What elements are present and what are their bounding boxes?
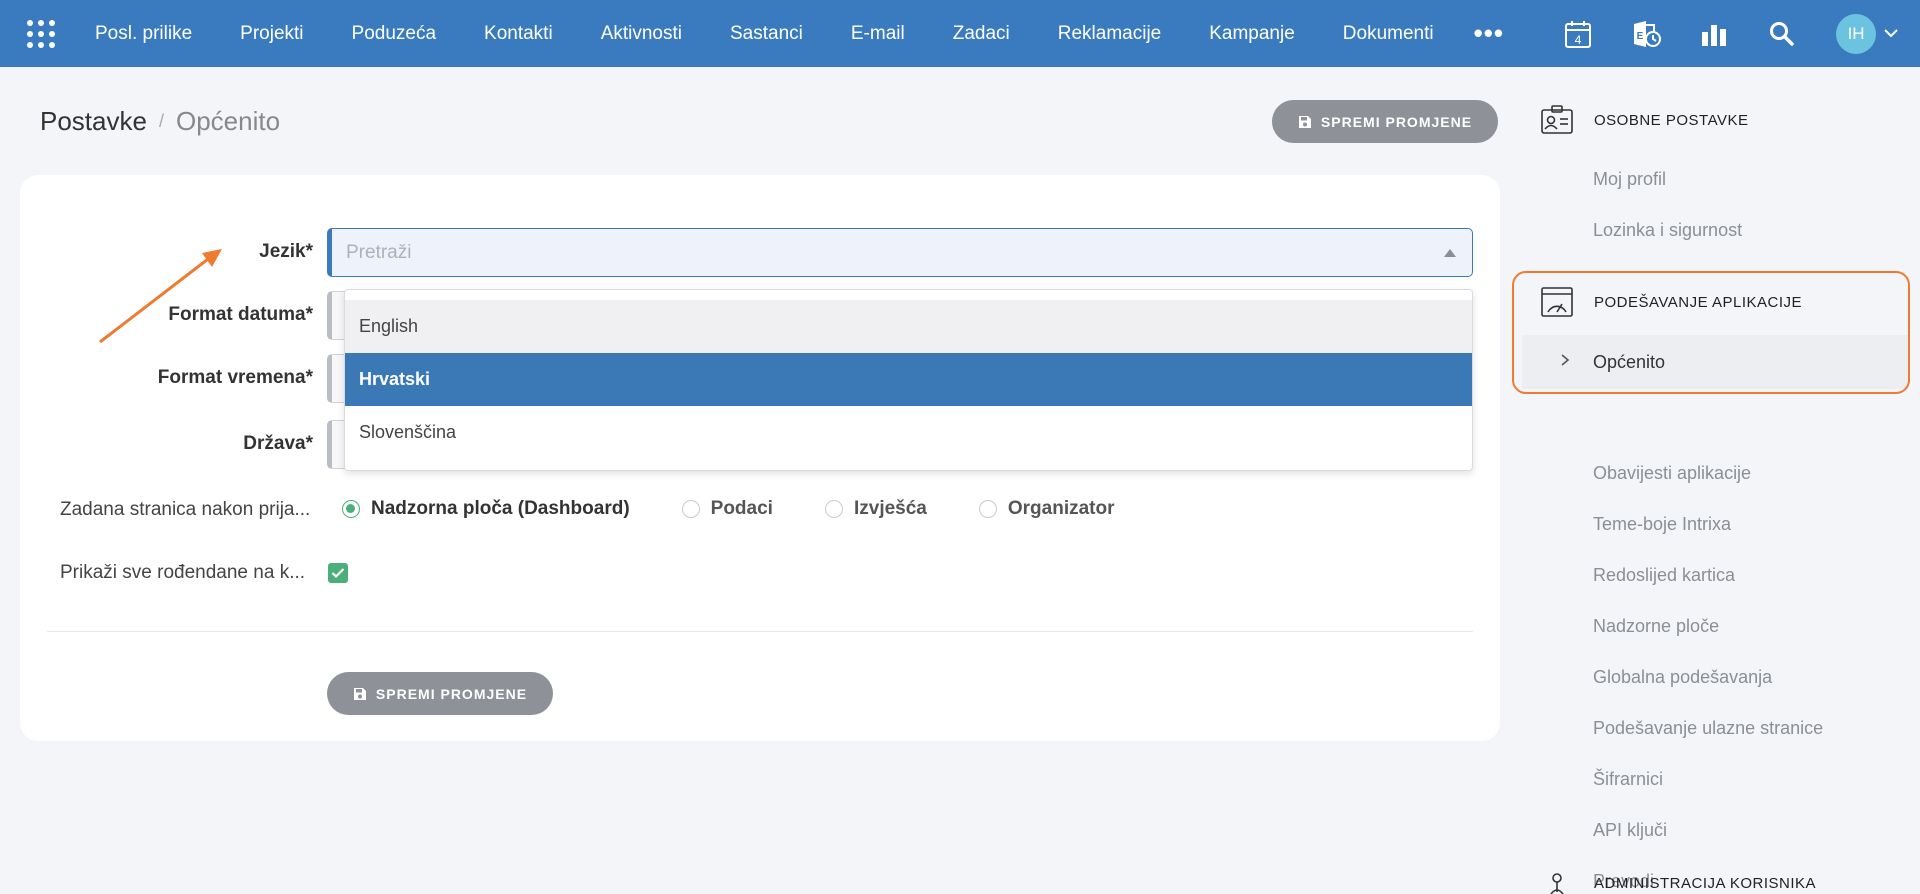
sidebar-item-opcenito-label: Općenito [1593,352,1666,372]
nav-item-projekti[interactable]: Projekti [216,0,327,67]
save-changes-label: SPREMI PROMJENE [375,685,528,702]
form-divider [47,631,1473,632]
nav-items: Posl. prilike Projekti Poduzeća Kontakti… [81,0,1520,67]
save-changes-button-bottom[interactable]: SPREMI PROMJENE [327,672,553,715]
birthdays-label: Prikaži sve rođendane na k... [60,562,306,583]
nav-item-posl-prilike[interactable]: Posl. prilike [81,0,216,67]
radio-unchecked-icon [824,500,843,518]
svg-text:E: E [1637,31,1644,42]
annotation-arrow-icon [99,249,222,344]
nav-item-poduzeca[interactable]: Poduzeća [328,0,461,67]
radio-dashboard[interactable]: Nadzorna ploča (Dashboard) [342,498,630,520]
sidebar-item-opcenito[interactable] [1522,335,1908,389]
save-changes-button-top[interactable]: SPREMI PROMJENE [1272,100,1498,143]
search-icon[interactable] [1765,17,1799,51]
sidebar-section-app: PODEŠAVANJE APLIKACIJE [1540,285,1802,319]
nav-item-dokumenti[interactable]: Dokumenti [1319,0,1458,67]
radio-organizator-label: Organizator [1007,498,1115,519]
language-option-hrvatski[interactable]: Hrvatski [345,353,1472,406]
language-option-english[interactable]: English [345,300,1472,353]
bar-chart-icon[interactable] [1697,17,1731,51]
breadcrumb-root[interactable]: Postavke [40,106,147,137]
radio-checked-icon [342,500,360,518]
language-option-slovenscina[interactable]: Slovenščina [345,406,1472,459]
language-label: Jezik* [259,241,313,262]
sidebar-item-globalna[interactable]: Globalna podešavanja [1593,667,1772,688]
chevron-down-icon[interactable] [1884,29,1898,38]
nav-item-sastanci[interactable]: Sastanci [706,0,827,67]
default-page-radio-group: Nadzorna ploča (Dashboard) Podaci Izvješ… [342,498,1167,520]
apps-grid-icon[interactable] [27,19,55,48]
language-dropdown: English Hrvatski Slovenščina [344,289,1473,471]
nav-more-button[interactable]: ••• [1458,18,1520,49]
exchange-sync-icon[interactable]: E [1629,17,1663,51]
settings-sidebar: OSOBNE POSTAVKE Moj profil Lozinka i sig… [1520,67,1920,894]
checkmark-icon [331,568,345,579]
radio-podaci[interactable]: Podaci [681,498,773,520]
sidebar-item-obavijesti[interactable]: Obavijesti aplikacije [1593,463,1751,484]
save-changes-label: SPREMI PROMJENE [1320,113,1473,130]
breadcrumb-current: Općenito [175,106,281,136]
default-page-label: Zadana stranica nakon prija... [60,499,311,520]
sidebar-item-sifrarnici[interactable]: Šifrarnici [1593,769,1663,790]
nav-item-kontakti[interactable]: Kontakti [460,0,577,67]
sidebar-item-lozinka[interactable]: Lozinka i sigurnost [1593,220,1742,241]
language-placeholder: Pretraži [346,241,412,263]
nav-item-kampanje[interactable]: Kampanje [1185,0,1319,67]
radio-podaci-label: Podaci [710,498,773,519]
sidebar-section-personal: OSOBNE POSTAVKE [1540,103,1748,137]
sidebar-section-personal-title: OSOBNE POSTAVKE [1594,111,1749,129]
nav-item-aktivnosti[interactable]: Aktivnosti [577,0,706,67]
radio-organizator[interactable]: Organizator [978,498,1115,520]
nav-item-zadaci[interactable]: Zadaci [929,0,1034,67]
nav-item-email[interactable]: E-mail [827,0,929,67]
calendar-icon[interactable]: 4 [1561,17,1595,51]
sidebar-item-api-kljuci[interactable]: API ključi [1593,820,1667,841]
radio-izvjesca-label: Izvješća [853,498,927,519]
breadcrumb-separator: / [158,111,164,131]
radio-dashboard-label: Nadzorna ploča (Dashboard) [371,498,630,519]
birthdays-checkbox[interactable] [328,563,348,583]
chevron-right-icon [1561,354,1570,366]
sidebar-item-redoslijed[interactable]: Redoslijed kartica [1593,565,1735,586]
top-navigation: Posl. prilike Projekti Poduzeća Kontakti… [0,0,1920,67]
nav-right-tools: 4 E IH [1544,0,1920,67]
nav-item-reklamacije[interactable]: Reklamacije [1034,0,1185,67]
id-card-icon [1541,105,1573,134]
floppy-disk-icon [353,687,366,700]
sidebar-item-moj-profil[interactable]: Moj profil [1593,169,1666,190]
breadcrumb: Postavke / Općenito [40,106,280,137]
radio-izvjesca[interactable]: Izvješća [824,498,927,520]
radio-unchecked-icon [978,500,997,518]
sidebar-section-admin-row: ADMINISTRACIJA KORISNIKA [1540,872,1816,894]
time-format-label: Format vremena* [157,367,313,388]
speedometer-window-icon [1541,287,1573,317]
language-search-input[interactable]: Pretraži [327,228,1473,277]
sidebar-section-admin-title: ADMINISTRACIJA KORISNIKA [1594,874,1817,892]
user-avatar[interactable]: IH [1836,13,1876,54]
sidebar-item-ulazna-stranica[interactable]: Podešavanje ulazne stranice [1593,718,1823,739]
sidebar-item-teme-boje[interactable]: Teme-boje Intrixa [1593,514,1731,535]
sidebar-section-app-title: PODEŠAVANJE APLIKACIJE [1594,293,1803,311]
sidebar-item-nadzorne-ploce[interactable]: Nadzorne ploče [1593,616,1719,637]
floppy-disk-icon [1298,115,1311,128]
radio-unchecked-icon [681,500,700,518]
calendar-day: 4 [1575,33,1582,47]
country-label: Država* [243,433,313,454]
caret-up-icon[interactable] [1444,249,1456,257]
user-admin-icon [1550,873,1564,894]
